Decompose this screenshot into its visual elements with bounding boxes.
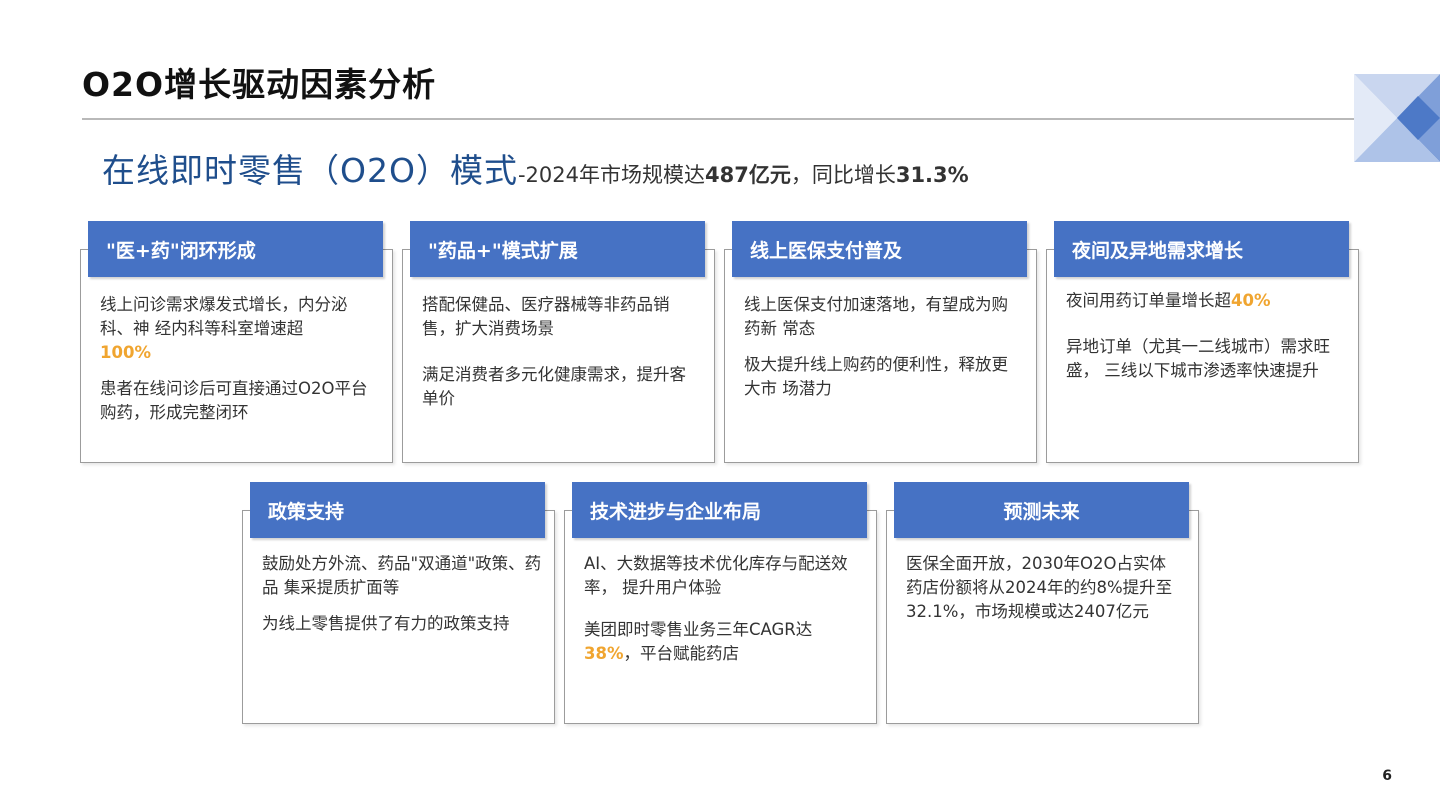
page-number: 6 — [1382, 768, 1392, 784]
card-content: 医保全面开放，2030年O2O占实体药店份额将从2024年的约8%提升至32.1… — [906, 552, 1181, 636]
card-text: ，平台赋能药店 — [623, 644, 740, 663]
card-content: 夜间用药订单量增长超40% 异地订单（尤其一二线城市）需求旺盛， 三线以下城市渗… — [1066, 289, 1342, 395]
card-content: 搭配保健品、医疗器械等非药品销售，扩大消费场景 满足消费者多元化健康需求，提升客… — [422, 293, 690, 423]
card-title: "药品+"模式扩展 — [428, 239, 578, 262]
market-size-value: 487亿元 — [704, 163, 791, 187]
subtitle-main: 在线即时零售（O2O）模式 — [102, 151, 518, 190]
card-header: "药品+"模式扩展 — [410, 221, 705, 277]
card-title: 线上医保支付普及 — [750, 239, 903, 262]
card-header: 技术进步与企业布局 — [572, 482, 867, 538]
card-text: 为线上零售提供了有力的政策支持 — [262, 614, 510, 633]
card-content: 鼓励处方外流、药品"双通道"政策、药品 集采提质扩面等 为线上零售提供了有力的政… — [262, 552, 542, 648]
card-content: 线上问诊需求爆发式增长，内分泌科、神 经内科等科室增速超 100% 患者在线问诊后… — [100, 293, 370, 437]
card-text: 极大提升线上购药的便利性，释放更大市 场潜力 — [744, 355, 1008, 398]
card-content: 线上医保支付加速落地，有望成为购药新 常态 极大提升线上购药的便利性，释放更大市… — [744, 293, 1012, 413]
card-text: 线上问诊需求爆发式增长，内分泌科、神 经内科等科室增速超 — [100, 295, 348, 338]
card-text: 搭配保健品、医疗器械等非药品销售，扩大消费场景 — [422, 295, 670, 338]
card-text: 患者在线问诊后可直接通过O2O平台购药，形成完整闭环 — [100, 379, 368, 422]
card-text: 线上医保支付加速落地，有望成为购药新 常态 — [744, 295, 1008, 338]
card-header: 线上医保支付普及 — [732, 221, 1027, 277]
card-header: 夜间及异地需求增长 — [1054, 221, 1349, 277]
card-title: "医+药"闭环形成 — [106, 239, 256, 262]
card-text: 夜间用药订单量增长超 — [1066, 291, 1231, 310]
page-title: O2O增长驱动因素分析 — [82, 65, 437, 104]
card-title: 技术进步与企业布局 — [590, 500, 762, 523]
card-content: AI、大数据等技术优化库存与配送效率， 提升用户体验 美团即时零售业务三年CAG… — [584, 552, 856, 678]
card-title: 预测未来 — [1003, 500, 1080, 523]
highlight-value: 40% — [1231, 291, 1271, 310]
subtitle-prefix: -2024年市场规模达 — [517, 163, 705, 187]
subtitle: 在线即时零售（O2O）模式-2024年市场规模达487亿元，同比增长31.3% — [102, 144, 969, 192]
card-text: AI、大数据等技术优化库存与配送效率， 提升用户体验 — [584, 554, 848, 597]
card-text: 鼓励处方外流、药品"双通道"政策、药品 集采提质扩面等 — [262, 554, 542, 597]
highlight-value: 38% — [584, 644, 624, 663]
card-header: 预测未来 — [894, 482, 1189, 538]
growth-rate-value: 31.3% — [895, 163, 969, 187]
card-text: 医保全面开放，2030年O2O占实体药店份额将从2024年的约8%提升至32.1… — [906, 554, 1173, 621]
subtitle-middle: ，同比增长 — [790, 163, 896, 187]
highlight-value: 100% — [100, 343, 151, 362]
card-title: 政策支持 — [268, 500, 345, 523]
slide: O2O增长驱动因素分析 在线即时零售（O2O）模式-2024年市场规模达487亿… — [0, 0, 1440, 812]
card-text: 满足消费者多元化健康需求，提升客单价 — [422, 365, 686, 408]
card-text: 美团即时零售业务三年CAGR达 — [584, 620, 813, 639]
card-title: 夜间及异地需求增长 — [1072, 239, 1244, 262]
corner-decoration-icon — [1354, 74, 1440, 162]
card-header: "医+药"闭环形成 — [88, 221, 383, 277]
card-text: 异地订单（尤其一二线城市）需求旺盛， 三线以下城市渗透率快速提升 — [1066, 337, 1330, 380]
card-header: 政策支持 — [250, 482, 545, 538]
title-divider — [82, 118, 1382, 120]
